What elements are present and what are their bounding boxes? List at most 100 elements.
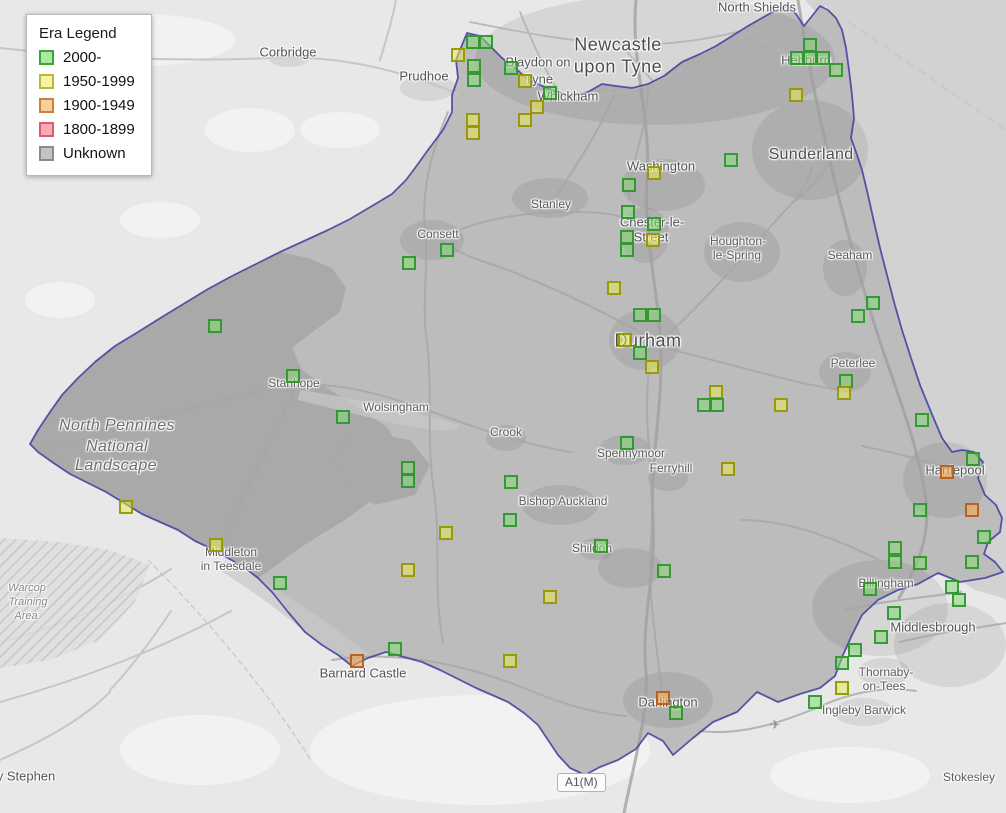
map-marker-2000[interactable] [835, 656, 849, 670]
map-marker-1950[interactable] [789, 88, 803, 102]
map-marker-2000[interactable] [710, 398, 724, 412]
map-marker-2000[interactable] [888, 541, 902, 555]
map-marker-1950[interactable] [645, 360, 659, 374]
map-marker-2000[interactable] [966, 452, 980, 466]
map-marker-1950[interactable] [835, 681, 849, 695]
map-marker-2000[interactable] [633, 346, 647, 360]
map-marker-1950[interactable] [647, 166, 661, 180]
legend-swatch-icon [39, 122, 54, 137]
legend-item-label: Unknown [63, 145, 126, 162]
legend-item-label: 1800-1899 [63, 121, 135, 138]
map-marker-1950[interactable] [451, 48, 465, 62]
map-marker-1950[interactable] [518, 74, 532, 88]
map-marker-2000[interactable] [803, 38, 817, 52]
legend-item: Unknown [39, 145, 135, 162]
map-marker-2000[interactable] [697, 398, 711, 412]
map-marker-2000[interactable] [401, 461, 415, 475]
legend-swatch-icon [39, 98, 54, 113]
map-marker-1950[interactable] [543, 590, 557, 604]
map-marker-2000[interactable] [657, 564, 671, 578]
map-marker-2000[interactable] [466, 35, 480, 49]
map-marker-1950[interactable] [209, 538, 223, 552]
map-container: Newcastleupon TyneNorth ShieldsHebburnHe… [0, 0, 1006, 813]
map-marker-2000[interactable] [467, 73, 481, 87]
map-marker-1950[interactable] [618, 333, 632, 347]
map-marker-2000[interactable] [848, 643, 862, 657]
map-marker-1950[interactable] [401, 563, 415, 577]
map-marker-2000[interactable] [874, 630, 888, 644]
map-marker-2000[interactable] [913, 503, 927, 517]
era-legend: Era Legend 2000- 1950-1999 1900-1949 1800-1… [26, 14, 152, 176]
map-marker-2000[interactable] [965, 555, 979, 569]
legend-item-label: 1950-1999 [63, 73, 135, 90]
map-marker-2000[interactable] [620, 243, 634, 257]
map-marker-1950[interactable] [607, 281, 621, 295]
map-marker-2000[interactable] [467, 59, 481, 73]
map-marker-2000[interactable] [790, 51, 804, 65]
map-marker-1950[interactable] [518, 113, 532, 127]
map-marker-2000[interactable] [388, 642, 402, 656]
legend-item: 1900-1949 [39, 97, 135, 114]
map-marker-2000[interactable] [401, 474, 415, 488]
map-marker-1950[interactable] [466, 126, 480, 140]
legend-item-label: 2000- [63, 49, 102, 66]
map-marker-2000[interactable] [620, 436, 634, 450]
map-marker-2000[interactable] [977, 530, 991, 544]
map-marker-2000[interactable] [594, 539, 608, 553]
legend-swatch-icon [39, 74, 54, 89]
map-marker-2000[interactable] [887, 606, 901, 620]
map-marker-2000[interactable] [336, 410, 350, 424]
map-marker-2000[interactable] [915, 413, 929, 427]
road-shield: A1(M) [557, 773, 606, 792]
map-marker-1950[interactable] [721, 462, 735, 476]
map-marker-2000[interactable] [816, 51, 830, 65]
map-marker-2000[interactable] [669, 706, 683, 720]
map-marker-2000[interactable] [286, 369, 300, 383]
map-marker-2000[interactable] [622, 178, 636, 192]
map-marker-1950[interactable] [466, 113, 480, 127]
map-marker-1900[interactable] [350, 654, 364, 668]
legend-item: 1950-1999 [39, 73, 135, 90]
map-marker-2000[interactable] [543, 86, 557, 100]
map-marker-2000[interactable] [621, 205, 635, 219]
legend-title: Era Legend [39, 25, 117, 42]
map-marker-1900[interactable] [940, 465, 954, 479]
map-marker-2000[interactable] [829, 63, 843, 77]
map-marker-2000[interactable] [863, 582, 877, 596]
map-marker-2000[interactable] [504, 61, 518, 75]
map-marker-1950[interactable] [709, 385, 723, 399]
map-marker-1950[interactable] [119, 500, 133, 514]
map-marker-2000[interactable] [273, 576, 287, 590]
map-marker-1950[interactable] [530, 100, 544, 114]
map-marker-2000[interactable] [647, 217, 661, 231]
map-marker-2000[interactable] [402, 256, 416, 270]
map-marker-2000[interactable] [633, 308, 647, 322]
map-marker-1900[interactable] [656, 691, 670, 705]
map-marker-2000[interactable] [504, 475, 518, 489]
legend-item-label: 1900-1949 [63, 97, 135, 114]
map-marker-1950[interactable] [774, 398, 788, 412]
map-marker-2000[interactable] [866, 296, 880, 310]
map-marker-2000[interactable] [808, 695, 822, 709]
map-marker-1950[interactable] [837, 386, 851, 400]
map-marker-2000[interactable] [503, 513, 517, 527]
map-marker-2000[interactable] [945, 580, 959, 594]
map-marker-1950[interactable] [503, 654, 517, 668]
map-marker-2000[interactable] [620, 230, 634, 244]
map-marker-2000[interactable] [208, 319, 222, 333]
map-marker-2000[interactable] [888, 555, 902, 569]
legend-swatch-icon [39, 50, 54, 65]
map-marker-2000[interactable] [724, 153, 738, 167]
map-marker-2000[interactable] [913, 556, 927, 570]
legend-item: 1800-1899 [39, 121, 135, 138]
map-marker-2000[interactable] [479, 35, 493, 49]
map-marker-1900[interactable] [965, 503, 979, 517]
map-marker-2000[interactable] [440, 243, 454, 257]
map-marker-2000[interactable] [952, 593, 966, 607]
map-marker-2000[interactable] [851, 309, 865, 323]
map-marker-1950[interactable] [646, 233, 660, 247]
map-marker-1950[interactable] [439, 526, 453, 540]
map-marker-2000[interactable] [803, 51, 817, 65]
map-marker-2000[interactable] [647, 308, 661, 322]
legend-item: 2000- [39, 49, 135, 66]
